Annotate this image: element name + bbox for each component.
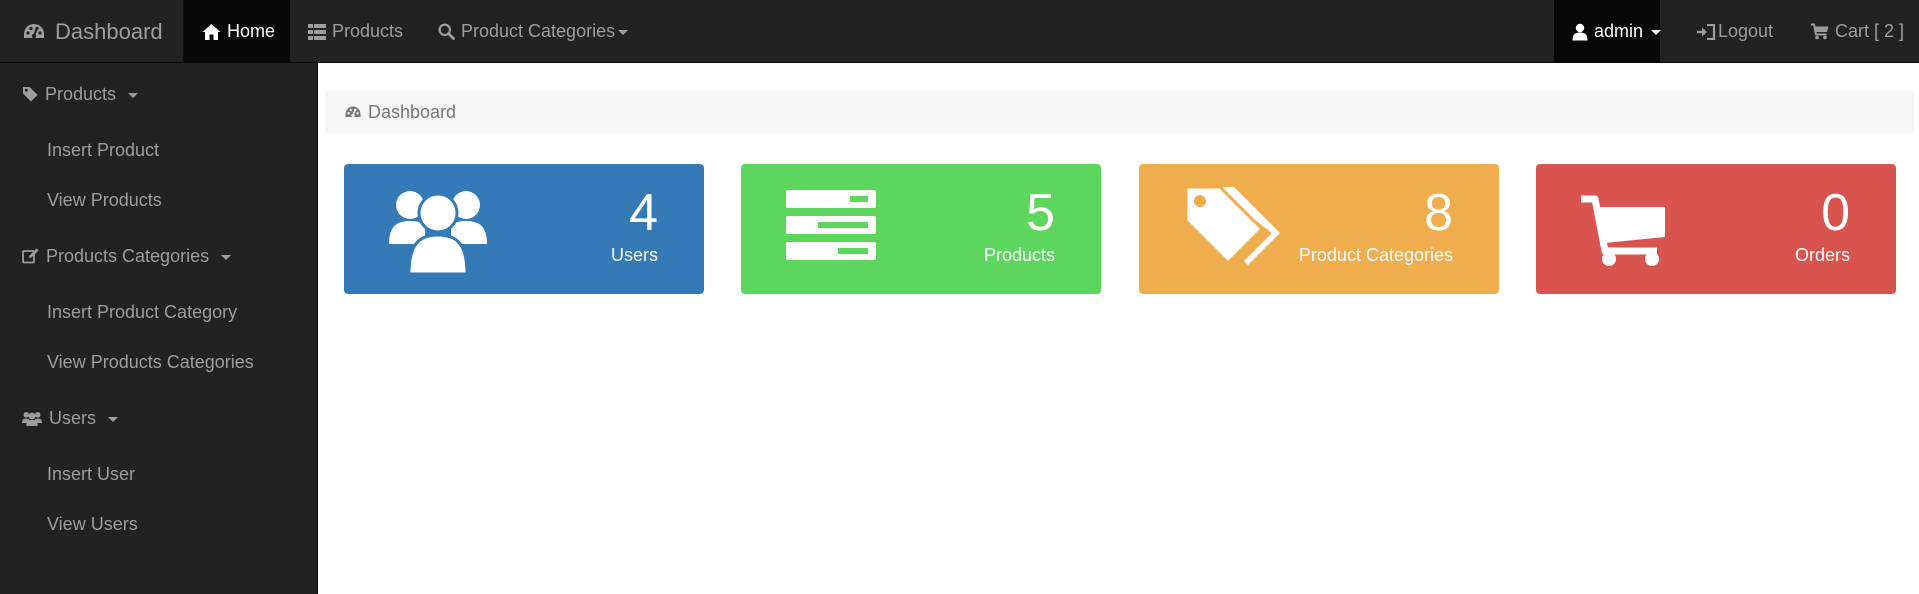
product-categories-count: 8 [1424,184,1453,242]
sidebar-item-label: View Products [47,189,162,210]
shopping-cart-icon [1811,23,1829,40]
product-categories-panel[interactable]: 8 Product Categories [1139,164,1499,294]
list-icon [308,23,326,40]
log-in-icon [1697,23,1716,40]
sidebar-item-insert-product[interactable]: Insert Product [0,130,318,170]
products-panel[interactable]: 5 Products [741,164,1101,294]
nav-products[interactable]: Products [308,0,403,63]
nav-logout-label: Logout [1718,21,1774,41]
sidebar-item-label: Insert Product Category [47,301,238,322]
products-count: 5 [1026,184,1055,242]
chevron-down-icon [221,254,232,260]
orders-panel[interactable]: 0 Orders [1536,164,1896,294]
nav-products-label: Products [332,21,404,41]
breadcrumb: Dashboard [325,90,1914,134]
sidebar-item-view-users[interactable]: View Users [0,504,318,544]
dashboard-icon [22,22,46,42]
sidebar-group-label: Products Categories [46,245,210,266]
chevron-down-icon [108,416,119,422]
sidebar-group-label: Users [49,407,97,428]
brand-link[interactable]: Dashboard [0,0,184,63]
users-panel[interactable]: 4 Users [344,164,704,294]
orders-panel-label: Orders [1794,245,1850,265]
user-icon [1572,23,1588,41]
sidebar-item-label: View Users [47,513,138,534]
tags-icon [1184,187,1280,267]
nav-product-categories[interactable]: Product Categories [438,0,629,63]
sidebar-item-insert-product-category[interactable]: Insert Product Category [0,292,318,332]
shopping-cart-icon [1581,195,1665,267]
tag-icon [22,86,38,102]
nav-cart-label: Cart [ 2 ] [1835,21,1905,41]
products-panel-label: Products [983,245,1055,265]
sidebar-item-label: Insert User [47,463,136,484]
server-icon [786,190,876,260]
sidebar-group-products[interactable]: Products [0,74,318,114]
sidebar-item-view-products-categories[interactable]: View Products Categories [0,342,318,382]
sidebar-item-label: View Products Categories [47,351,254,372]
users-icon [22,411,42,426]
top-navbar: Dashboard Home Products Product Categori… [0,0,1919,63]
sidebar-group-label: Products [45,83,117,104]
nav-logout[interactable]: Logout [1697,0,1773,63]
chevron-down-icon [128,92,139,98]
sidebar-group-products-categories[interactable]: Products Categories [0,236,318,276]
users-icon [389,182,487,274]
nav-user-dropdown[interactable]: admin [1554,0,1662,63]
nav-home-label: Home [227,21,276,41]
nav-cart[interactable]: Cart [ 2 ] [1811,0,1904,63]
sidebar-item-insert-user[interactable]: Insert User [0,454,318,494]
breadcrumb-label: Dashboard [368,101,457,122]
home-icon [202,23,221,41]
users-panel-label: Users [610,245,658,265]
chevron-down-icon [1651,30,1662,35]
product-categories-panel-label: Product Categories [1298,245,1453,265]
users-count: 4 [629,184,658,242]
chevron-down-icon [618,30,629,35]
sidebar: Products Insert Product View Products Pr… [0,63,318,594]
nav-home[interactable]: Home [184,0,290,63]
brand-title: Dashboard [55,18,163,44]
sidebar-item-label: Insert Product [47,139,160,160]
sidebar-group-users[interactable]: Users [0,398,318,438]
sidebar-item-view-products[interactable]: View Products [0,180,318,220]
edit-icon [22,248,39,264]
dashboard-icon [344,105,362,120]
nav-user-label: admin [1594,21,1644,41]
search-icon [438,23,455,40]
orders-count: 0 [1821,184,1850,242]
nav-product-categories-label: Product Categories [461,21,616,41]
